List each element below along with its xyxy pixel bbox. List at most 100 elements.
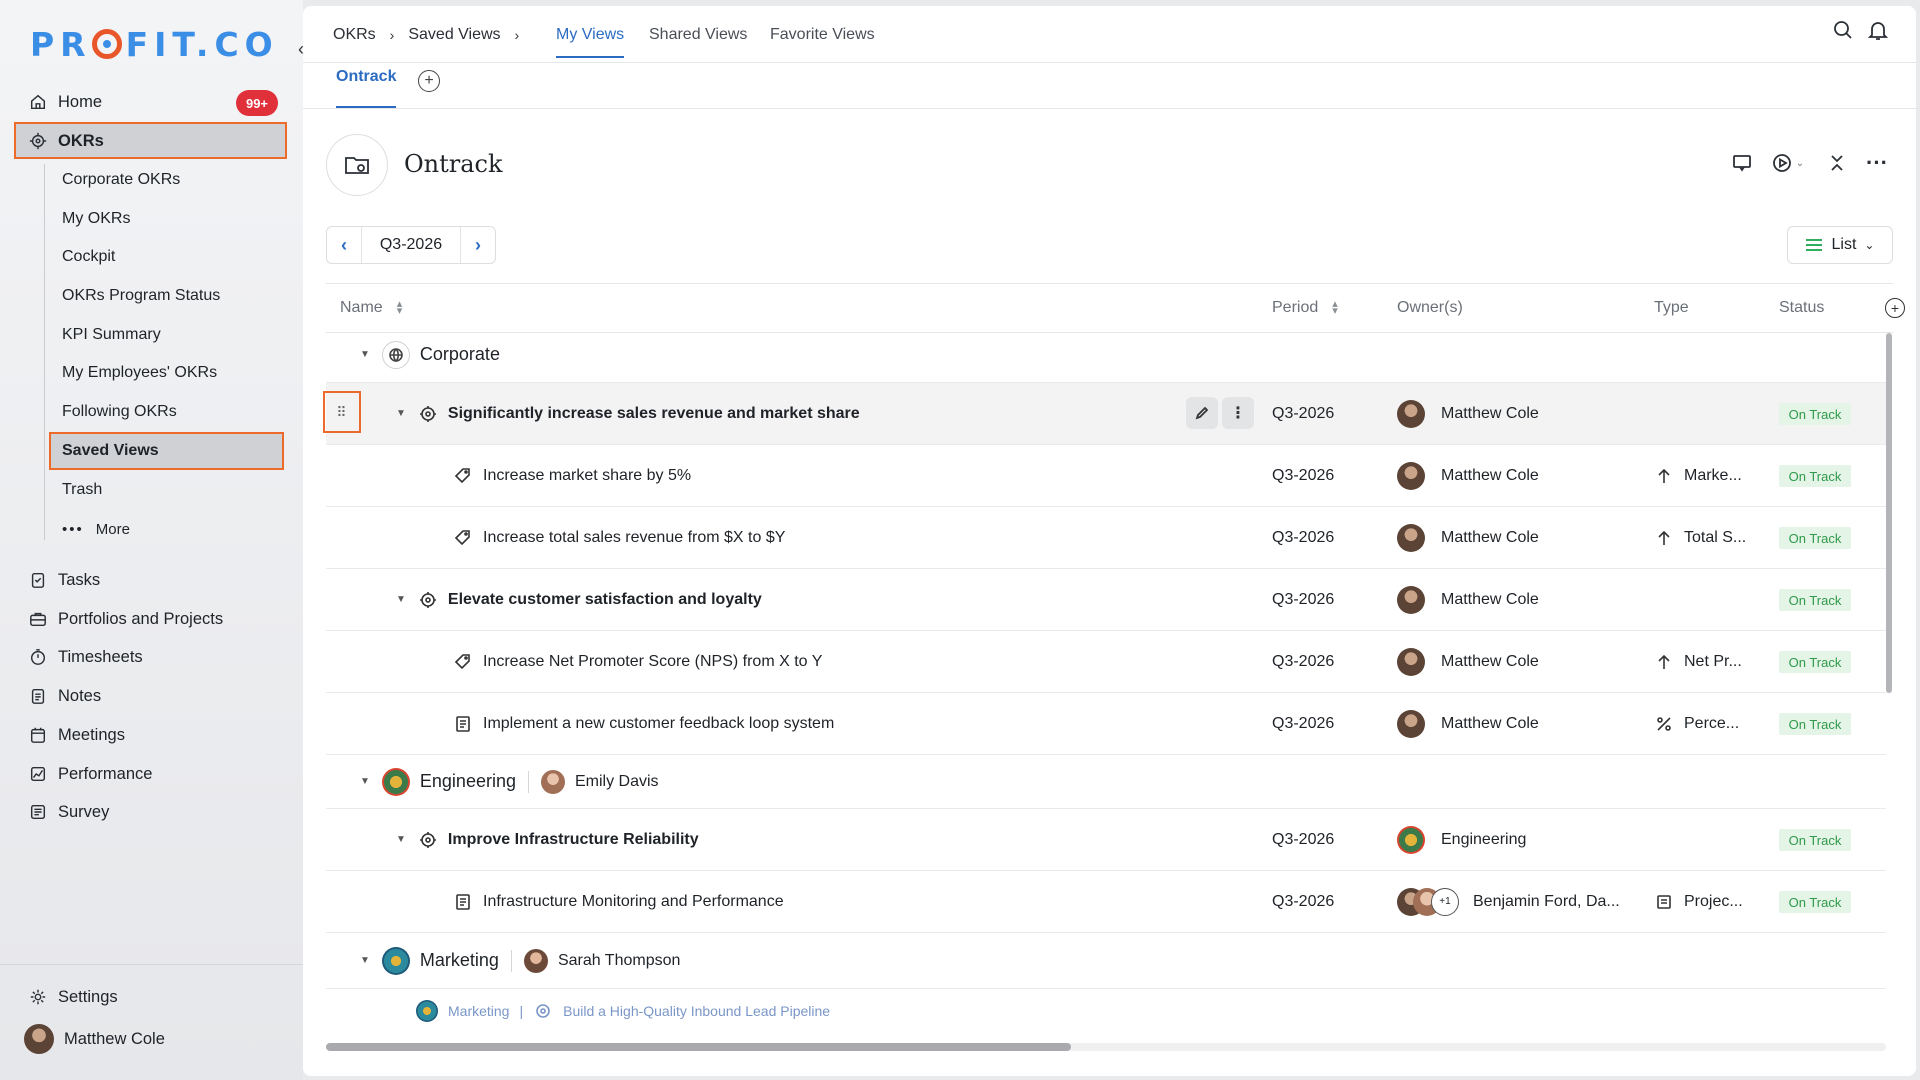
- group-row-marketing[interactable]: ▼ Marketing Sarah Thompson: [326, 933, 1886, 989]
- owner-avatar: [1397, 585, 1425, 614]
- caret-down-icon[interactable]: ▼: [360, 776, 370, 787]
- objective-target-icon: [418, 590, 438, 610]
- owner-name: Matthew Cole: [1441, 404, 1539, 422]
- arrow-up-icon: [1654, 528, 1674, 548]
- table-row-partial[interactable]: Marketing | Build a High-Quality Inbound…: [416, 996, 830, 1026]
- drag-handle-icon[interactable]: ⠿: [323, 391, 361, 433]
- sidebar-subitem-following-okrs[interactable]: Following OKRs: [62, 397, 177, 427]
- objective-name[interactable]: Improve Infrastructure Reliability: [448, 831, 699, 849]
- sidebar-item-survey[interactable]: Survey: [28, 797, 109, 827]
- chevron-left-icon[interactable]: ‹: [290, 38, 312, 60]
- row-more-vertical-icon[interactable]: ⋮: [1222, 397, 1254, 429]
- tasks-icon: [28, 570, 48, 590]
- table-row[interactable]: ▼ Improve Infrastructure Reliability Q3-…: [326, 809, 1886, 871]
- sidebar-item-performance[interactable]: Performance: [28, 759, 152, 789]
- group-name: Corporate: [419, 344, 500, 364]
- sidebar-item-label: OKRs: [58, 131, 104, 150]
- owner-avatar: [1397, 461, 1425, 490]
- table-row[interactable]: ▼ Significantly increase sales revenue a…: [326, 383, 1886, 445]
- key-result-tag-icon: [453, 652, 473, 672]
- partial-objective-name[interactable]: Build a High-Quality Inbound Lead Pipeli…: [563, 1003, 830, 1019]
- sidebar-divider: [0, 964, 303, 965]
- table-row[interactable]: Increase Net Promoter Score (NPS) from X…: [326, 631, 1886, 693]
- objective-name[interactable]: Significantly increase sales revenue and…: [448, 405, 860, 423]
- globe-icon: [381, 340, 410, 369]
- sidebar-item-settings[interactable]: Settings: [28, 982, 118, 1012]
- objective-name[interactable]: Elevate customer satisfaction and loyalt…: [448, 591, 762, 609]
- sidebar-subitem-kpi-summary[interactable]: KPI Summary: [62, 320, 161, 350]
- sidebar-item-label: Settings: [58, 987, 118, 1006]
- caret-down-icon[interactable]: ▼: [360, 349, 370, 360]
- vertical-scrollbar[interactable]: [1886, 333, 1892, 1041]
- home-icon: [28, 92, 48, 112]
- initiative-name[interactable]: Infrastructure Monitoring and Performanc…: [483, 893, 784, 911]
- vertical-scrollbar-thumb[interactable]: [1886, 333, 1892, 693]
- sidebar-subitem-my-okrs[interactable]: My OKRs: [62, 204, 130, 234]
- user-name: Matthew Cole: [64, 1029, 165, 1048]
- edit-pencil-icon[interactable]: [1186, 397, 1218, 429]
- profit-logo[interactable]: PR FIT.CO: [30, 24, 279, 64]
- sidebar-item-label: Survey: [58, 802, 110, 821]
- caret-down-icon[interactable]: ▼: [396, 594, 406, 605]
- sidebar-item-label: Meetings: [58, 725, 125, 744]
- engineering-team-icon: [1397, 825, 1425, 854]
- sidebar-subitem-cockpit[interactable]: Cockpit: [62, 242, 115, 272]
- sidebar-item-notes[interactable]: Notes: [28, 681, 101, 711]
- key-result-name[interactable]: Increase Net Promoter Score (NPS) from X…: [483, 653, 822, 671]
- caret-down-icon[interactable]: ▼: [360, 955, 370, 966]
- status-badge: On Track: [1779, 403, 1851, 425]
- key-result-name[interactable]: Increase market share by 5%: [483, 467, 691, 485]
- sidebar-subitem-saved-views[interactable]: Saved Views: [62, 436, 159, 466]
- group-owner-name: Emily Davis: [574, 772, 659, 790]
- caret-down-icon[interactable]: ▼: [396, 834, 406, 845]
- sidebar-subitem-okrs-program-status[interactable]: OKRs Program Status: [62, 281, 220, 311]
- owner-name: Matthew Cole: [1441, 714, 1539, 732]
- owner-avatar: [1397, 709, 1425, 738]
- breadcrumb-group: Marketing: [448, 1003, 510, 1019]
- row-period: Q3-2026: [1272, 652, 1335, 670]
- owner-name: Matthew Cole: [1441, 466, 1539, 484]
- sidebar-item-label: Notes: [58, 686, 102, 705]
- sidebar-item-meetings[interactable]: Meetings: [28, 720, 125, 750]
- sidebar-subitem-my-employees-okrs[interactable]: My Employees' OKRs: [62, 358, 217, 388]
- sidebar-subitem-corporate-okrs[interactable]: Corporate OKRs: [62, 165, 180, 195]
- extra-owners-count[interactable]: +1: [1431, 887, 1459, 916]
- caret-down-icon[interactable]: ▼: [396, 408, 406, 419]
- row-period: Q3-2026: [1272, 590, 1335, 608]
- key-result-name[interactable]: Increase total sales revenue from $X to …: [483, 529, 785, 547]
- owner-avatar: [1397, 647, 1425, 676]
- row-period: Q3-2026: [1272, 714, 1335, 732]
- logo-target-mark: [91, 29, 122, 59]
- table-row[interactable]: Infrastructure Monitoring and Performanc…: [326, 871, 1886, 933]
- sidebar-item-tasks[interactable]: Tasks: [28, 565, 100, 595]
- row-period: Q3-2026: [1272, 466, 1335, 484]
- sidebar-item-portfolios[interactable]: Portfolios and Projects: [28, 604, 223, 634]
- group-row-corporate[interactable]: ▼ Corporate: [326, 327, 1886, 383]
- table-row[interactable]: Implement a new customer feedback loop s…: [326, 693, 1886, 755]
- status-badge: On Track: [1779, 891, 1851, 913]
- group-owner-avatar: [540, 769, 565, 794]
- key-result-tag-icon: [453, 528, 473, 548]
- status-badge: On Track: [1779, 713, 1851, 735]
- horizontal-scrollbar-thumb[interactable]: [326, 1043, 1071, 1051]
- calendar-icon: [28, 725, 48, 745]
- sidebar-subitem-more[interactable]: ••• More: [62, 514, 130, 544]
- sidebar: PR FIT.CO Home 99+ OKRs Corporate OKRs My…: [0, 0, 303, 1080]
- sidebar-item-home[interactable]: Home: [28, 87, 102, 117]
- sidebar-item-timesheets[interactable]: Timesheets: [28, 642, 143, 672]
- sidebar-item-okrs[interactable]: OKRs: [28, 126, 104, 156]
- sidebar-user-profile[interactable]: Matthew Cole: [24, 1024, 165, 1054]
- percent-icon: [1654, 714, 1674, 734]
- sidebar-subitem-trash[interactable]: Trash: [62, 475, 102, 505]
- gear-icon: [28, 987, 48, 1007]
- group-row-engineering[interactable]: ▼ Engineering Emily Davis: [326, 755, 1886, 809]
- table-row[interactable]: Increase total sales revenue from $X to …: [326, 507, 1886, 569]
- owner-name: Engineering: [1441, 830, 1527, 848]
- table-row[interactable]: ▼ Elevate customer satisfaction and loya…: [326, 569, 1886, 631]
- row-period: Q3-2026: [1272, 528, 1335, 546]
- owner-avatar: [1397, 523, 1425, 552]
- group-name: Marketing: [419, 950, 499, 970]
- initiative-name[interactable]: Implement a new customer feedback loop s…: [483, 715, 834, 733]
- table-row[interactable]: Increase market share by 5% Q3-2026 Matt…: [326, 445, 1886, 507]
- horizontal-scrollbar[interactable]: [326, 1043, 1886, 1051]
